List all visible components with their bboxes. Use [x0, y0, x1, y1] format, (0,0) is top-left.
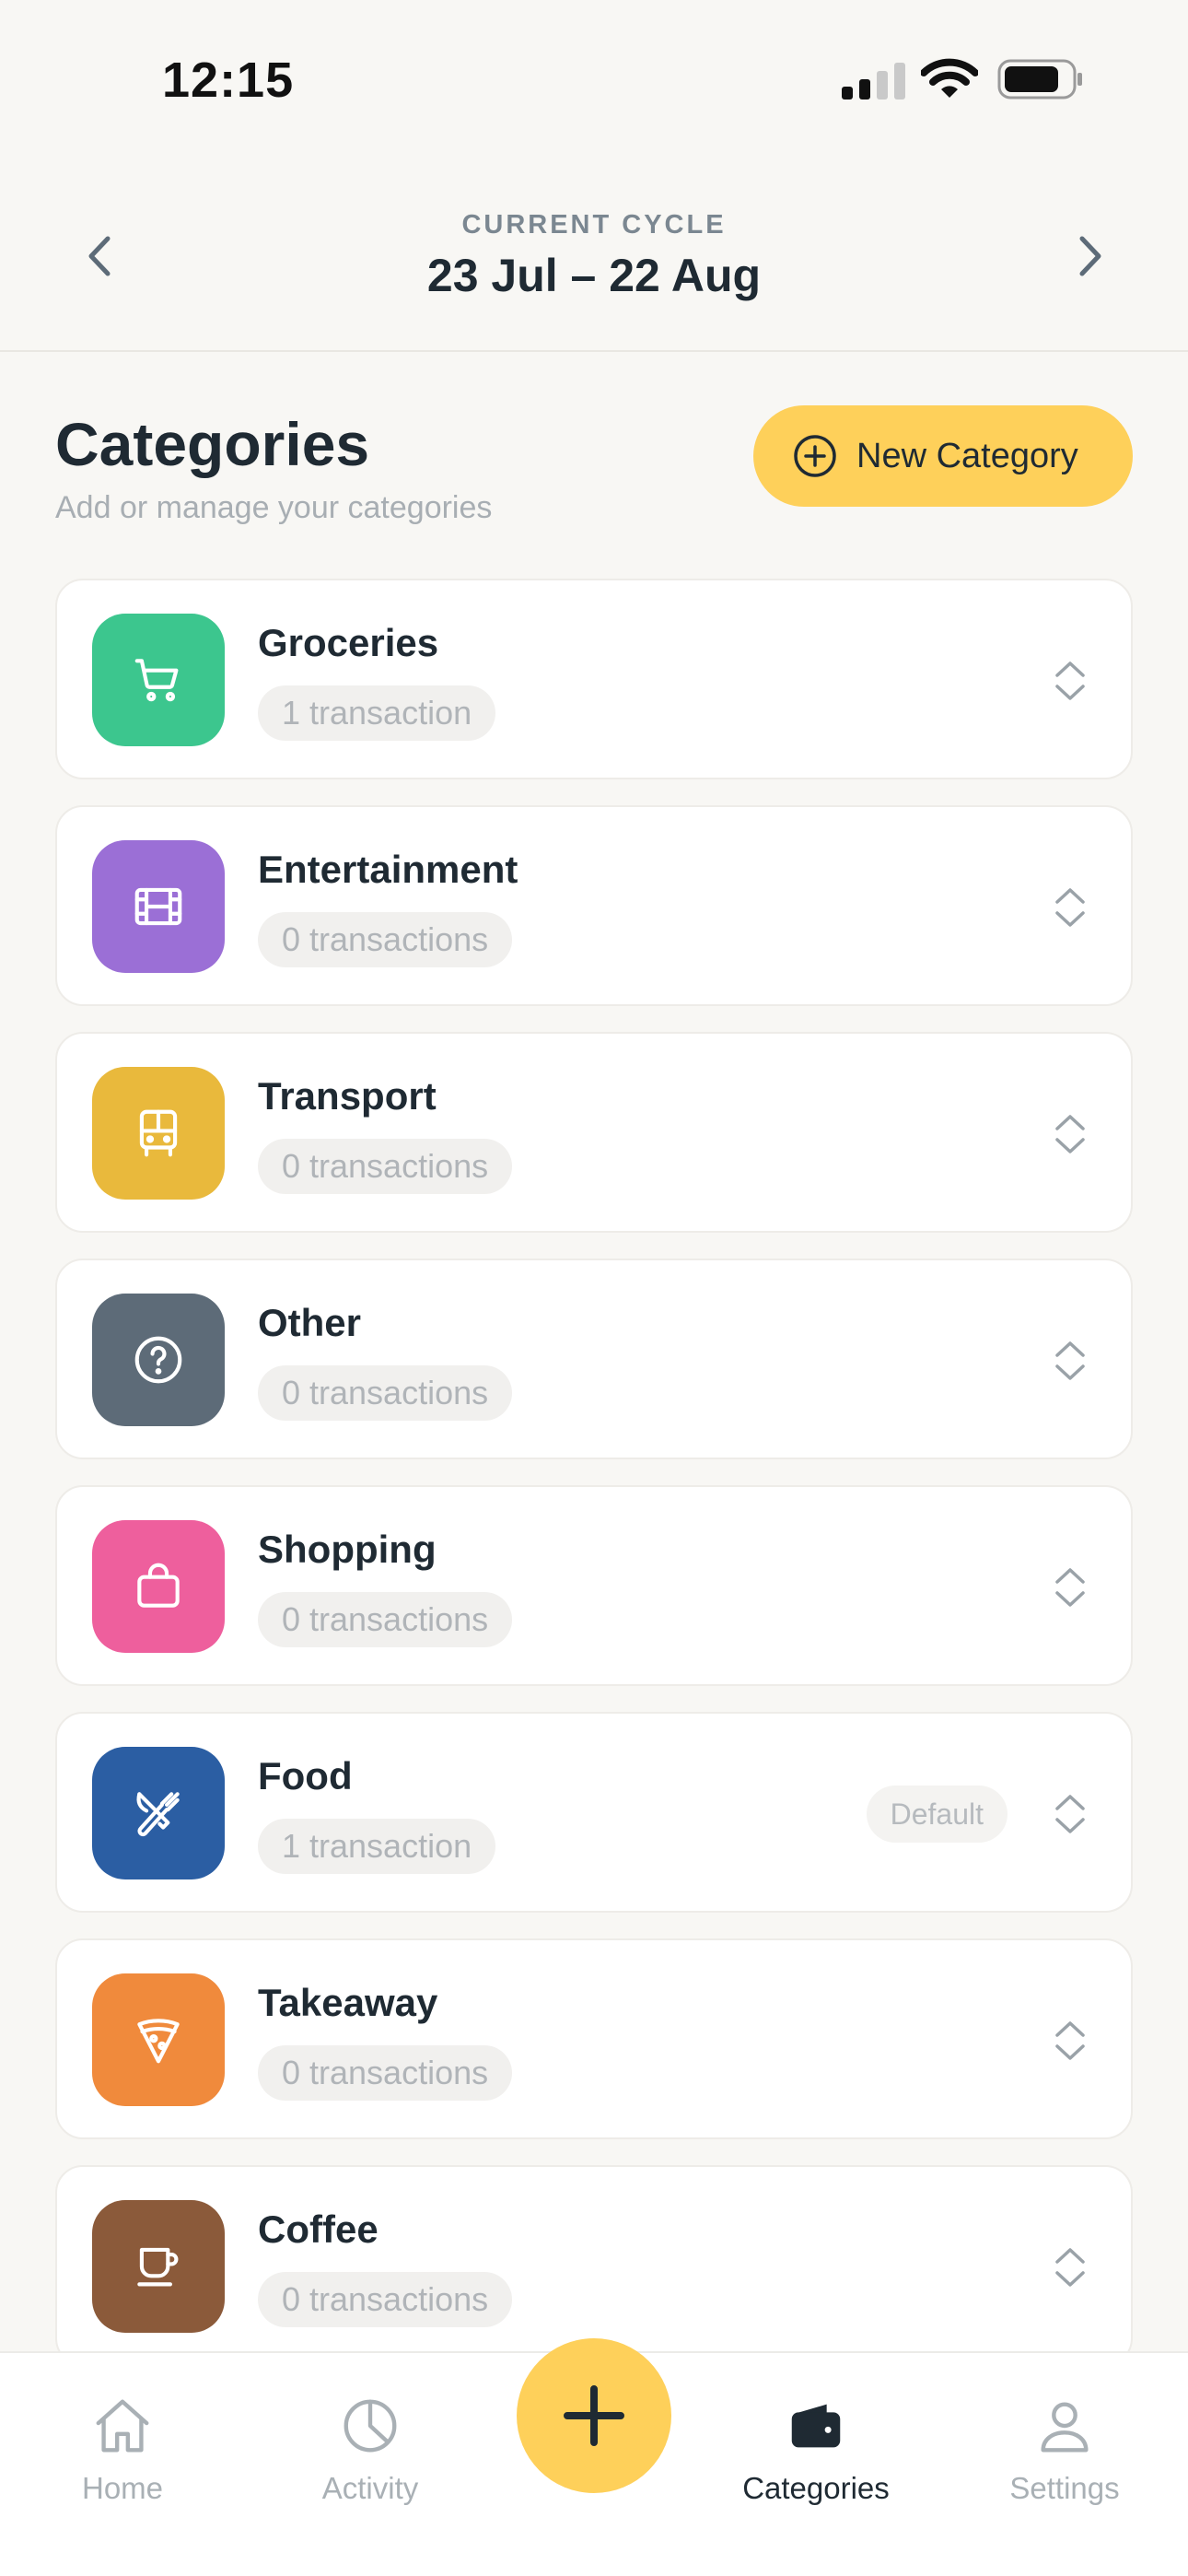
category-name: Other [258, 1301, 362, 1344]
tab-categories-label: Categories [742, 2471, 890, 2505]
category-name: Food [258, 1754, 353, 1797]
category-name: Takeaway [258, 1981, 438, 2024]
reorder-handle[interactable] [1042, 1330, 1098, 1391]
category-card-takeaway[interactable]: Takeaway 0 transactions [55, 1938, 1133, 2139]
categories-header: Categories Add or manage your categories… [55, 405, 1133, 544]
new-category-label: New Category [856, 436, 1078, 475]
reorder-handle[interactable] [1042, 2010, 1098, 2071]
category-name: Shopping [258, 1528, 437, 1571]
cycle-label: CURRENT CYCLE [461, 210, 727, 240]
transaction-count-badge: 1 transaction [258, 685, 496, 741]
film-icon [134, 887, 182, 926]
default-badge: Default [866, 1786, 1007, 1843]
reorder-handle[interactable] [1042, 1104, 1098, 1165]
user-icon [1041, 2402, 1089, 2453]
category-icon-tile [92, 1294, 225, 1426]
chevron-up-down-icon [1055, 2248, 1085, 2287]
tab-settings-label: Settings [1009, 2471, 1120, 2505]
transaction-count-badge: 0 transactions [258, 1365, 513, 1421]
tab-activity-label: Activity [321, 2471, 419, 2505]
category-name: Coffee [258, 2207, 379, 2251]
bag-icon [137, 1563, 180, 1608]
wallet-icon [791, 2404, 841, 2448]
chevron-up-down-icon [1055, 1341, 1085, 1380]
pie-chart-icon [344, 2399, 397, 2453]
transaction-count-badge: 0 transactions [258, 1139, 513, 1194]
category-icon-tile [92, 1747, 225, 1879]
reorder-handle[interactable] [1042, 877, 1098, 938]
transaction-count-badge: 0 transactions [258, 2045, 513, 2101]
chevron-up-down-icon [1055, 888, 1085, 927]
pizza-icon [137, 2019, 180, 2064]
category-card-coffee[interactable]: Coffee 0 transactions [55, 2165, 1133, 2366]
reorder-handle[interactable] [1042, 650, 1098, 711]
category-icon-tile [92, 1520, 225, 1653]
transaction-count-badge: 0 transactions [258, 2272, 513, 2327]
battery-icon [997, 59, 1082, 100]
cycle-header: CURRENT CYCLE 23 Jul – 22 Aug [0, 157, 1188, 352]
reorder-handle[interactable] [1042, 2237, 1098, 2298]
category-card-shopping[interactable]: Shopping 0 transactions [55, 1485, 1133, 1686]
category-icon-tile [92, 2200, 225, 2333]
category-icon-tile [92, 1067, 225, 1200]
utensils-icon [136, 1792, 180, 1837]
chevron-up-down-icon [1055, 2021, 1085, 2060]
tab-home[interactable]: Home [30, 2392, 215, 2506]
tab-settings[interactable]: Settings [973, 2392, 1157, 2506]
chevron-up-down-icon [1055, 1795, 1085, 1833]
cellular-signal-icon [842, 61, 906, 100]
cart-icon [134, 659, 179, 702]
tab-activity[interactable]: Activity [278, 2392, 462, 2506]
question-icon [134, 1336, 182, 1384]
category-card-entertainment[interactable]: Entertainment 0 transactions [55, 805, 1133, 1006]
chevron-right-icon [1079, 236, 1101, 276]
category-card-food[interactable]: Food 1 transaction Default [55, 1712, 1133, 1913]
status-bar: 12:15 [0, 0, 1188, 157]
tab-home-label: Home [81, 2471, 164, 2505]
category-card-other[interactable]: Other 0 transactions [55, 1259, 1133, 1459]
category-name: Groceries [258, 621, 439, 664]
chevron-up-down-icon [1055, 1568, 1085, 1607]
next-cycle-button[interactable] [1063, 228, 1118, 284]
reorder-handle[interactable] [1042, 1784, 1098, 1844]
transaction-count-badge: 0 transactions [258, 912, 513, 967]
new-category-button[interactable]: New Category [753, 405, 1133, 507]
category-icon-tile [92, 1973, 225, 2106]
chevron-up-down-icon [1055, 1115, 1085, 1153]
bus-icon [139, 1109, 178, 1157]
plus-icon [564, 2385, 624, 2446]
status-time: 12:15 [162, 53, 295, 108]
category-icon-tile [92, 840, 225, 973]
page-subtitle: Add or manage your categories [55, 490, 493, 525]
reorder-handle[interactable] [1042, 1557, 1098, 1618]
add-transaction-button[interactable] [517, 2338, 671, 2493]
category-list: Groceries 1 transaction Entertainment 0 … [55, 579, 1133, 2392]
category-card-groceries[interactable]: Groceries 1 transaction [55, 579, 1133, 779]
transaction-count-badge: 1 transaction [258, 1819, 496, 1874]
wifi-icon [921, 58, 978, 98]
chevron-up-down-icon [1055, 662, 1085, 700]
page-title: Categories [55, 410, 370, 478]
cycle-range: 23 Jul – 22 Aug [426, 250, 762, 301]
coffee-icon [137, 2247, 179, 2287]
tab-categories[interactable]: Categories [724, 2392, 908, 2506]
home-icon [96, 2399, 149, 2453]
transaction-count-badge: 0 transactions [258, 1592, 513, 1647]
category-icon-tile [92, 614, 225, 746]
category-card-transport[interactable]: Transport 0 transactions [55, 1032, 1133, 1233]
category-name: Entertainment [258, 848, 518, 891]
plus-circle-icon [794, 435, 836, 477]
category-name: Transport [258, 1074, 437, 1118]
categories-screen: 12:15 CURRENT CYCLE 23 Jul – 22 Aug Cate… [0, 0, 1188, 2576]
